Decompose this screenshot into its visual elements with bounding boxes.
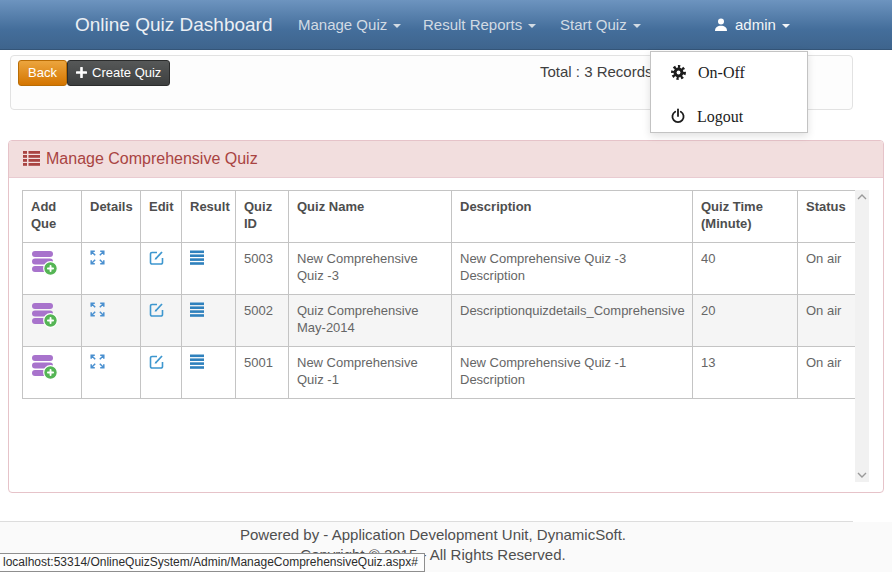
quiz-id-cell: 5001 [236,347,289,399]
add-question-icon[interactable] [31,354,58,380]
power-icon [670,108,686,125]
scroll-down-icon[interactable] [857,472,867,478]
add-question-icon[interactable] [31,250,58,276]
status-cell: On air [798,243,856,295]
result-cell [182,295,236,347]
col-quiz-name: Quiz Name [289,191,452,243]
status-url-bar: localhost:53314/OnlineQuizSystem/Admin/M… [0,553,425,572]
nav-admin-menu[interactable]: admin [713,0,790,49]
edit-cell [141,243,182,295]
plus-icon [76,67,87,78]
quiz-name-cell: Quiz Comprehensive May-2014 [289,295,452,347]
footer-divider [0,521,853,522]
menu-item-on-off[interactable]: On-Off [651,56,807,90]
col-quiz-time: Quiz Time (Minute) [693,191,798,243]
col-add-que: Add Que [23,191,82,243]
col-description: Description [452,191,693,243]
add-question-icon[interactable] [31,302,58,328]
details-cell [82,243,141,295]
result-cell [182,243,236,295]
scroll-up-icon[interactable] [857,194,867,200]
table-row: 5001 New Comprehensive Quiz -1 New Compr… [23,347,856,399]
add-que-cell [23,295,82,347]
gear-icon [670,64,687,81]
description-cell: Descriptionquizdetails_Comprehensive [452,295,693,347]
back-button[interactable]: Back [18,60,67,86]
expand-details-icon[interactable] [90,354,105,369]
app-title[interactable]: Online Quiz Dashboard [75,0,273,49]
col-status: Status [798,191,856,243]
navbar: Online Quiz Dashboard Manage Quiz Result… [0,0,892,50]
add-que-cell [23,347,82,399]
col-edit: Edit [141,191,182,243]
details-cell [82,347,141,399]
vertical-scrollbar[interactable] [855,190,869,482]
create-quiz-button[interactable]: Create Quiz [67,60,170,86]
manage-quiz-panel: Manage Comprehensive Quiz Add Que Detail… [8,140,884,493]
table-row: 5002 Quiz Comprehensive May-2014 Descrip… [23,295,856,347]
powered-by-text: Powered by - Application Development Uni… [0,526,866,543]
status-cell: On air [798,295,856,347]
table-row: 5003 New Comprehensive Quiz -3 New Compr… [23,243,856,295]
table-header-row: Add Que Details Edit Result Quiz ID Quiz… [23,191,856,243]
col-details: Details [82,191,141,243]
quiz-name-cell: New Comprehensive Quiz -1 [289,347,452,399]
nav-result-reports[interactable]: Result Reports [423,0,536,49]
result-list-icon[interactable] [190,250,205,265]
col-quiz-id: Quiz ID [236,191,289,243]
quiz-time-cell: 20 [693,295,798,347]
expand-details-icon[interactable] [90,302,105,317]
edit-icon[interactable] [149,302,164,317]
panel-header: Manage Comprehensive Quiz [9,141,883,178]
quiz-name-cell: New Comprehensive Quiz -3 [289,243,452,295]
nav-start-quiz[interactable]: Start Quiz [560,0,641,49]
list-icon [23,151,40,166]
edit-cell [141,295,182,347]
chevron-down-icon [393,24,401,28]
quiz-table: Add Que Details Edit Result Quiz ID Quiz… [22,190,856,399]
status-cell: On air [798,347,856,399]
chevron-down-icon [782,24,790,28]
description-cell: New Comprehensive Quiz -1 Description [452,347,693,399]
expand-details-icon[interactable] [90,250,105,265]
quiz-time-cell: 40 [693,243,798,295]
description-cell: New Comprehensive Quiz -3 Description [452,243,693,295]
user-dropdown-menu: On-Off Logout [650,51,808,133]
total-records-label: Total : 3 Records [540,63,653,80]
quiz-time-cell: 13 [693,347,798,399]
edit-cell [141,347,182,399]
result-cell [182,347,236,399]
table-scroll-area: Add Que Details Edit Result Quiz ID Quiz… [22,190,869,482]
nav-manage-quiz[interactable]: Manage Quiz [298,0,401,49]
chevron-down-icon [633,24,641,28]
quiz-id-cell: 5003 [236,243,289,295]
quiz-id-cell: 5002 [236,295,289,347]
chevron-down-icon [528,24,536,28]
result-list-icon[interactable] [190,302,205,317]
edit-icon[interactable] [149,354,164,369]
panel-title: Manage Comprehensive Quiz [46,150,258,167]
details-cell [82,295,141,347]
user-icon [713,17,729,33]
result-list-icon[interactable] [190,354,205,369]
col-result: Result [182,191,236,243]
edit-icon[interactable] [149,250,164,265]
menu-item-logout[interactable]: Logout [651,100,807,134]
add-que-cell [23,243,82,295]
